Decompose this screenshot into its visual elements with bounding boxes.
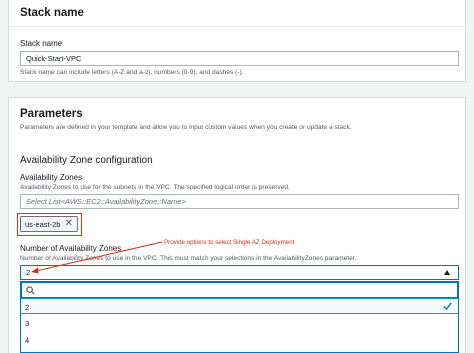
- annotation-arrow: [31, 241, 163, 274]
